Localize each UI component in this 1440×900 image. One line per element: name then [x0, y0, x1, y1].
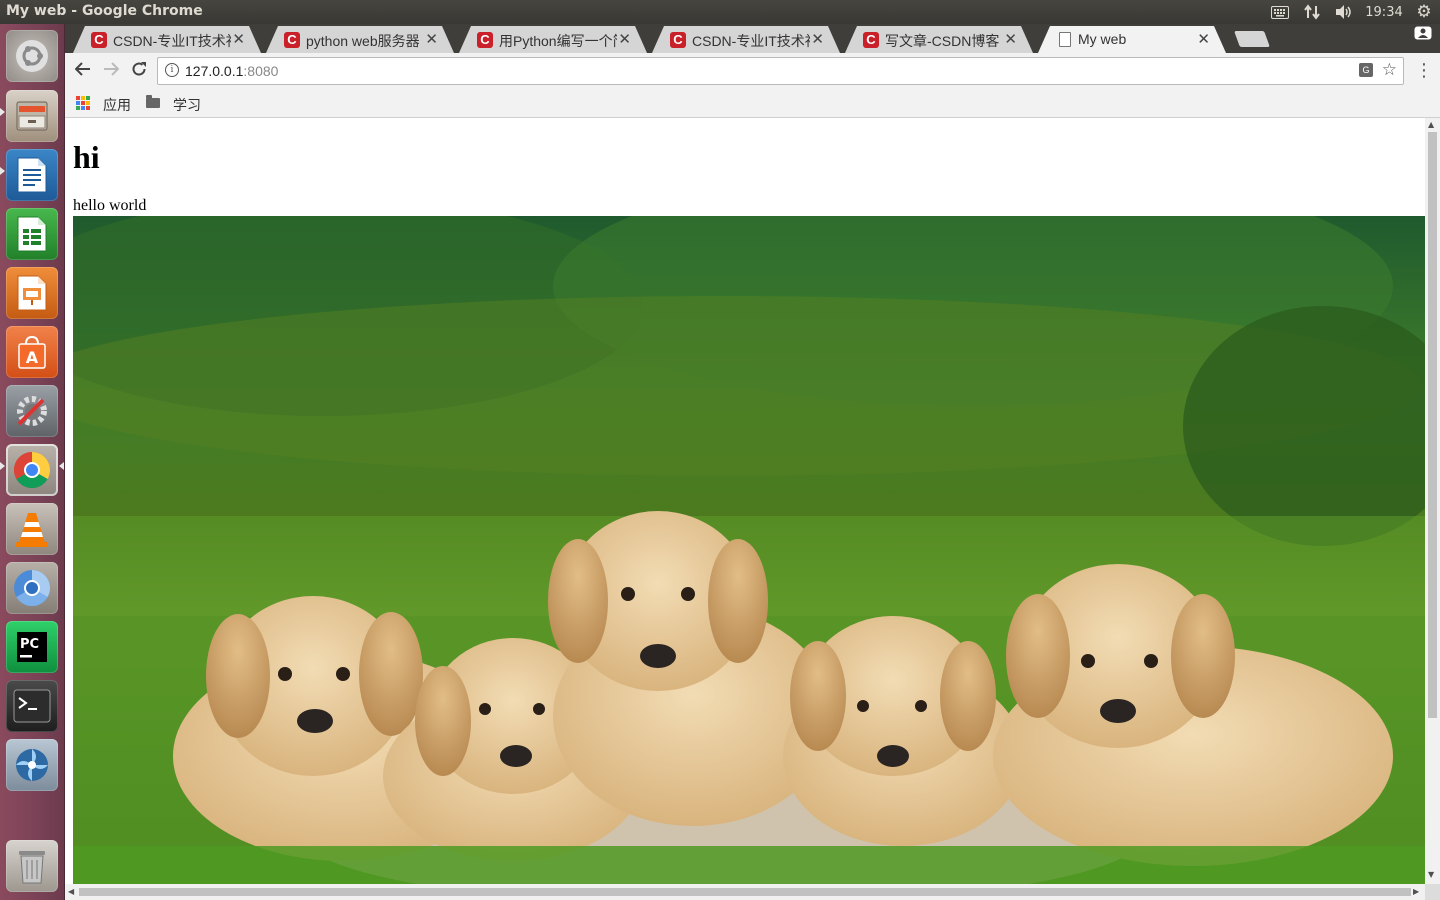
scroll-up-arrow-icon[interactable]: ▲ — [1428, 120, 1434, 129]
tab-title: python web服务器 — [306, 33, 420, 49]
bookmarks-bar: 应用 学习 — [65, 89, 1440, 118]
settings-wrench-icon[interactable] — [6, 385, 58, 437]
svg-text:PC: PC — [20, 637, 39, 652]
chrome-icon[interactable] — [6, 444, 58, 496]
focused-indicator — [59, 462, 64, 470]
close-icon[interactable]: ✕ — [1197, 30, 1210, 48]
tab-title: CSDN-专业IT技术社 — [113, 33, 231, 49]
tab-write-article[interactable]: C 写文章-CSDN博客 ✕ — [845, 26, 1033, 53]
volume-icon[interactable] — [1332, 2, 1356, 22]
libreoffice-writer-icon[interactable] — [6, 149, 58, 201]
address-bar[interactable]: i 127.0.0.1:8080 G ☆ — [157, 57, 1404, 85]
bookmark-star-icon[interactable]: ☆ — [1382, 60, 1397, 80]
window-title: My web - Google Chrome — [6, 3, 203, 19]
scroll-down-arrow-icon[interactable]: ▼ — [1428, 870, 1434, 879]
apps-dot — [76, 106, 80, 110]
url-port: :8080 — [243, 63, 279, 79]
close-icon[interactable]: ✕ — [232, 30, 245, 48]
apps-dot — [81, 106, 85, 110]
traffic-cone-icon[interactable] — [6, 503, 58, 555]
shopping-bag-icon[interactable]: A — [6, 326, 58, 378]
csdn-c-icon: C — [284, 32, 300, 48]
page-icon — [1059, 32, 1071, 47]
tab-python-web[interactable]: C python web服务器 ✕ — [266, 26, 454, 53]
puppies-photo — [73, 216, 1425, 884]
tab-title: My web — [1078, 31, 1127, 47]
close-icon[interactable]: ✕ — [618, 30, 631, 48]
tab-python-write[interactable]: C 用Python编写一个简 ✕ — [459, 26, 647, 53]
tab-my-web[interactable]: My web ✕ — [1038, 26, 1226, 53]
chrome-window: C CSDN-专业IT技术社 ✕ C python web服务器 ✕ C 用Py… — [65, 24, 1440, 900]
csdn-c-icon: C — [91, 32, 107, 48]
pycharm-icon[interactable]: PC — [6, 621, 58, 673]
apps-dot — [86, 106, 90, 110]
vertical-scroll-thumb[interactable] — [1428, 132, 1437, 718]
close-icon[interactable]: ✕ — [425, 30, 438, 48]
vertical-scrollbar[interactable]: ▲ ▼ — [1425, 118, 1440, 884]
horizontal-scroll-thumb[interactable] — [79, 888, 1411, 896]
horizontal-scrollbar[interactable]: ◀ ▶ — [65, 884, 1425, 900]
forward-button[interactable] — [99, 59, 123, 83]
running-indicator — [0, 167, 5, 175]
info-icon[interactable]: i — [165, 63, 179, 77]
apps-dot — [86, 101, 90, 105]
apps-grid-icon[interactable] — [76, 96, 90, 110]
page-heading: hi — [73, 139, 100, 175]
keyboard-layout-icon[interactable] — [1268, 2, 1292, 22]
top-panel: My web - Google Chrome 19:34 ⚙ — [0, 0, 1440, 24]
session-gear-icon[interactable]: ⚙ — [1412, 2, 1436, 22]
tab-title: 用Python编写一个简 — [499, 33, 617, 49]
tab-title: 写文章-CSDN博客 — [885, 33, 1000, 49]
close-icon[interactable]: ✕ — [1004, 30, 1017, 48]
bookmark-folder-study[interactable]: 学习 — [173, 95, 201, 115]
scroll-right-arrow-icon[interactable]: ▶ — [1413, 887, 1419, 896]
tab-csdn-2[interactable]: C CSDN-专业IT技术社 ✕ — [652, 26, 840, 53]
terminal-icon[interactable] — [6, 680, 58, 732]
back-button[interactable] — [71, 59, 95, 83]
network-icon[interactable] — [1300, 2, 1324, 22]
toolbar: i 127.0.0.1:8080 G ☆ ⋮ — [65, 53, 1440, 89]
libreoffice-calc-icon[interactable] — [6, 208, 58, 260]
bookmark-apps[interactable]: 应用 — [103, 95, 131, 115]
close-icon[interactable]: ✕ — [811, 30, 824, 48]
ubuntu-logo-icon[interactable] — [6, 30, 58, 82]
running-indicator — [0, 108, 5, 116]
apps-dot — [76, 101, 80, 105]
chrome-menu-icon[interactable]: ⋮ — [1415, 59, 1433, 83]
tab-strip: C CSDN-专业IT技术社 ✕ C python web服务器 ✕ C 用Py… — [65, 24, 1440, 53]
clock[interactable]: 19:34 — [1364, 2, 1404, 22]
csdn-c-icon: C — [670, 32, 686, 48]
url-text: 127.0.0.1:8080 — [185, 63, 278, 79]
url-host: 127.0.0.1 — [185, 63, 244, 79]
apps-dot — [81, 96, 85, 100]
csdn-c-icon: C — [863, 32, 879, 48]
trash-icon[interactable] — [6, 840, 58, 892]
scroll-left-arrow-icon[interactable]: ◀ — [68, 887, 74, 896]
apps-dot — [81, 101, 85, 105]
running-indicator — [0, 462, 5, 470]
csdn-c-icon: C — [477, 32, 493, 48]
chromium-icon[interactable] — [6, 562, 58, 614]
libreoffice-impress-icon[interactable] — [6, 267, 58, 319]
aperture-icon[interactable] — [6, 739, 58, 791]
apps-dot — [86, 96, 90, 100]
scroll-corner — [1425, 884, 1440, 900]
tab-title: CSDN-专业IT技术社 — [692, 33, 810, 49]
tab-csdn-1[interactable]: C CSDN-专业IT技术社 ✕ — [73, 26, 261, 53]
translate-icon[interactable]: G — [1359, 63, 1373, 77]
profile-icon[interactable] — [1411, 26, 1435, 46]
page-viewport: hi hello world — [65, 118, 1425, 884]
folder-icon[interactable] — [146, 95, 160, 108]
launcher: A PC — [0, 24, 65, 900]
page-paragraph: hello world — [73, 197, 147, 214]
svg-text:A: A — [26, 348, 39, 367]
new-tab-button[interactable] — [1234, 31, 1270, 47]
file-cabinet-icon[interactable] — [6, 90, 58, 142]
apps-dot — [76, 96, 80, 100]
reload-button[interactable] — [127, 59, 151, 83]
